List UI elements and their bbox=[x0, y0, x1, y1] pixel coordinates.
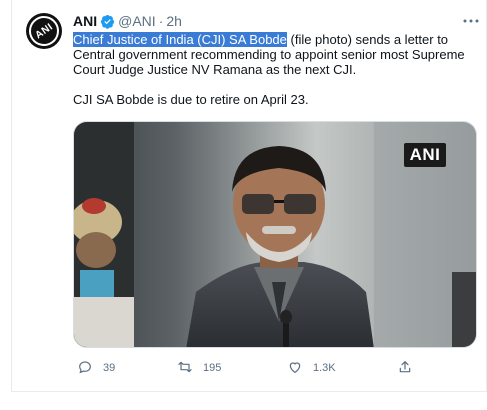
retweet-icon bbox=[177, 359, 193, 378]
tweet-paragraph-1: Chief Justice of India (CJI) SA Bobde (f… bbox=[73, 32, 473, 77]
share-icon bbox=[397, 359, 413, 378]
verified-badge-icon bbox=[100, 14, 115, 29]
tweet-header: ANI @ANI · 2h bbox=[73, 11, 182, 31]
more-dots-icon[interactable] bbox=[461, 12, 481, 30]
tweet-text: Chief Justice of India (CJI) SA Bobde (f… bbox=[73, 32, 473, 107]
tweet-actions: 39 195 1.3K bbox=[73, 358, 433, 378]
retweet-button[interactable]: 195 bbox=[177, 358, 221, 378]
ani-watermark: ANI bbox=[404, 143, 446, 167]
tweet-divider bbox=[11, 391, 487, 392]
separator-dot: · bbox=[158, 13, 164, 29]
like-count: 1.3K bbox=[313, 362, 336, 374]
ani-logo: ANI bbox=[26, 13, 62, 49]
reply-icon bbox=[77, 359, 93, 378]
like-button[interactable]: 1.3K bbox=[287, 358, 336, 378]
retweet-count: 195 bbox=[203, 362, 222, 374]
author-handle[interactable]: @ANI bbox=[118, 13, 156, 29]
timeline-left-border bbox=[11, 0, 12, 392]
share-button[interactable] bbox=[397, 358, 413, 378]
timestamp[interactable]: 2h bbox=[166, 13, 182, 29]
tweet-paragraph-2: CJI SA Bobde is due to retire on April 2… bbox=[73, 92, 309, 107]
avatar[interactable]: ANI bbox=[26, 13, 62, 49]
like-icon bbox=[287, 359, 303, 378]
selected-text[interactable]: Chief Justice of India (CJI) SA Bobde bbox=[73, 32, 287, 47]
reply-count: 39 bbox=[103, 362, 116, 374]
reply-button[interactable]: 39 bbox=[77, 358, 115, 378]
author-name[interactable]: ANI bbox=[73, 13, 97, 29]
